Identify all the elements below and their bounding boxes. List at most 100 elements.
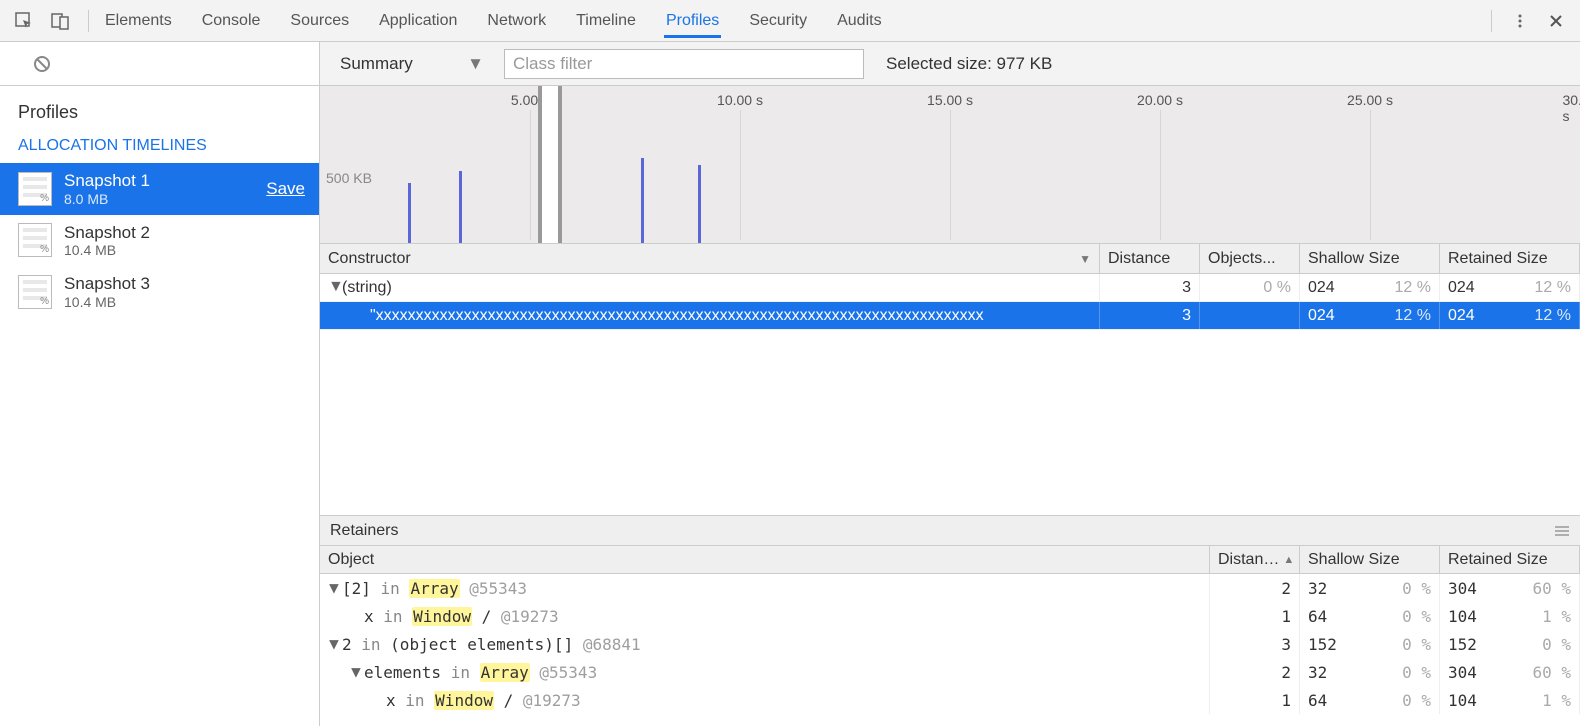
ret-shallow-cell: 1520 % [1300,630,1440,658]
tab-console[interactable]: Console [200,3,263,38]
table-row[interactable]: ▼(string)30 %02412 %02412 % [320,274,1580,302]
inspect-icon[interactable] [10,7,38,35]
kebab-menu-icon[interactable] [1506,7,1534,35]
class-filter-input[interactable] [504,49,864,79]
retained-cell: 02412 % [1440,274,1580,301]
device-toggle-icon[interactable] [46,7,74,35]
tab-network[interactable]: Network [485,3,548,38]
snapshot-item[interactable]: Snapshot 3 10.4 MB [0,266,319,318]
disclosure-triangle-icon[interactable]: ▼ [328,634,340,653]
distance-cell: 3 [1100,302,1200,329]
snapshot-size: 8.0 MB [64,191,150,207]
col-shallow[interactable]: Shallow Size [1300,244,1440,273]
retainer-object: x in Window / @19273 [386,691,581,710]
ret-shallow-cell: 640 % [1300,602,1440,630]
ret-retained-cell: 1041 % [1440,686,1580,714]
disclosure-triangle-icon[interactable]: ▼ [328,278,340,296]
tab-elements[interactable]: Elements [103,3,174,38]
snapshot-save-link[interactable]: Save [266,179,305,199]
constructor-label: "xxxxxxxxxxxxxxxxxxxxxxxxxxxxxxxxxxxxxxx… [370,307,984,325]
ret-distance-cell: 1 [1210,686,1300,714]
snapshot-name: Snapshot 1 [64,171,150,191]
objects-cell: 0 % [1200,274,1300,301]
sort-indicator-icon: ▼ [1079,252,1091,266]
tab-profiles[interactable]: Profiles [664,3,721,38]
objects-cell [1200,302,1300,329]
retainers-pane: Retainers Object Distan…▲ Shallow Size R… [320,516,1580,726]
snapshot-size: 10.4 MB [64,242,150,258]
retainers-header: Object Distan…▲ Shallow Size Retained Si… [320,546,1580,574]
sort-asc-icon: ▲ [1283,554,1294,566]
timeline-tick: 30.00 s [1562,92,1580,124]
timeline-tick: 10.00 s [717,92,763,108]
ret-col-retained[interactable]: Retained Size [1440,546,1580,573]
ret-distance-cell: 3 [1210,630,1300,658]
profiles-toolbar: Summary ▼ Selected size: 977 KB [320,42,1580,86]
table-row[interactable]: "xxxxxxxxxxxxxxxxxxxxxxxxxxxxxxxxxxxxxxx… [320,302,1580,330]
snapshot-thumb-icon [18,275,52,309]
ret-retained-cell: 30460 % [1440,658,1580,686]
ret-shallow-cell: 320 % [1300,658,1440,686]
timeline-selection[interactable] [538,86,562,243]
allocation-bar [459,171,462,243]
sidebar-section-title: Profiles [0,86,319,133]
shallow-cell: 02412 % [1300,302,1440,329]
ret-distance-cell: 1 [1210,602,1300,630]
allocation-timeline[interactable]: 5.00 s10.00 s15.00 s20.00 s25.00 s30.00 … [320,86,1580,244]
distance-cell: 3 [1100,274,1200,301]
snapshot-item[interactable]: Snapshot 1 8.0 MB Save [0,163,319,215]
chevron-down-icon: ▼ [467,54,484,74]
ret-shallow-cell: 320 % [1300,574,1440,602]
retainers-title: Retainers [320,516,1580,546]
retainer-object: [2] in Array @55343 [342,579,527,598]
retainer-object: 2 in (object elements)[] @68841 [342,635,641,654]
snapshot-thumb-icon [18,223,52,257]
allocation-bar [698,165,701,243]
ret-col-object[interactable]: Object [320,546,1210,573]
ret-distance-cell: 2 [1210,658,1300,686]
snapshot-name: Snapshot 3 [64,274,150,294]
constructor-table: Constructor▼ Distance Objects... Shallow… [320,244,1580,516]
tab-security[interactable]: Security [747,3,809,38]
timeline-tick: 15.00 s [927,92,973,108]
ret-col-distance[interactable]: Distan…▲ [1210,546,1300,573]
tab-timeline[interactable]: Timeline [574,3,638,38]
ret-retained-cell: 1520 % [1440,630,1580,658]
drawer-menu-icon[interactable] [1554,525,1570,537]
ret-shallow-cell: 640 % [1300,686,1440,714]
tab-audits[interactable]: Audits [835,3,883,38]
clear-icon[interactable] [32,54,52,74]
retainer-row[interactable]: ▼elements in Array @553432320 %30460 % [320,658,1580,686]
view-select[interactable]: Summary ▼ [332,49,492,79]
snapshot-size: 10.4 MB [64,294,150,310]
tabbar-separator [88,10,89,32]
ret-retained-cell: 30460 % [1440,574,1580,602]
retainer-row[interactable]: ▼[2] in Array @55343 2320 %30460 % [320,574,1580,602]
snapshot-name: Snapshot 2 [64,223,150,243]
snapshot-item[interactable]: Snapshot 2 10.4 MB [0,215,319,267]
disclosure-triangle-icon[interactable]: ▼ [328,578,340,597]
disclosure-triangle-icon[interactable]: ▼ [350,662,362,681]
col-retained[interactable]: Retained Size [1440,244,1580,273]
allocation-bar [641,158,644,243]
close-icon[interactable] [1542,7,1570,35]
col-distance[interactable]: Distance [1100,244,1200,273]
ret-col-shallow[interactable]: Shallow Size [1300,546,1440,573]
col-objects[interactable]: Objects... [1200,244,1300,273]
timeline-tick: 20.00 s [1137,92,1183,108]
tab-application[interactable]: Application [377,3,459,38]
retainer-row[interactable]: x in Window / @19273 1640 %1041 % [320,686,1580,714]
timeline-y-label: 500 KB [326,170,372,186]
col-constructor[interactable]: Constructor▼ [320,244,1100,273]
tab-sources[interactable]: Sources [288,3,351,38]
retainer-row[interactable]: x in Window / @192731640 %1041 % [320,602,1580,630]
ret-distance-cell: 2 [1210,574,1300,602]
devtools-tabbar: Elements Console Sources Application Network… [0,0,1580,42]
sidebar-subheading: ALLOCATION TIMELINES [0,133,319,163]
retainer-row[interactable]: ▼2 in (object elements)[] @6884131520 %1… [320,630,1580,658]
snapshot-thumb-icon [18,172,52,206]
devtools-tabs: Elements Console Sources Application Network… [103,3,884,38]
shallow-cell: 02412 % [1300,274,1440,301]
profiles-main: Summary ▼ Selected size: 977 KB 5.00 s10… [320,42,1580,726]
tabbar-separator [1491,10,1492,32]
